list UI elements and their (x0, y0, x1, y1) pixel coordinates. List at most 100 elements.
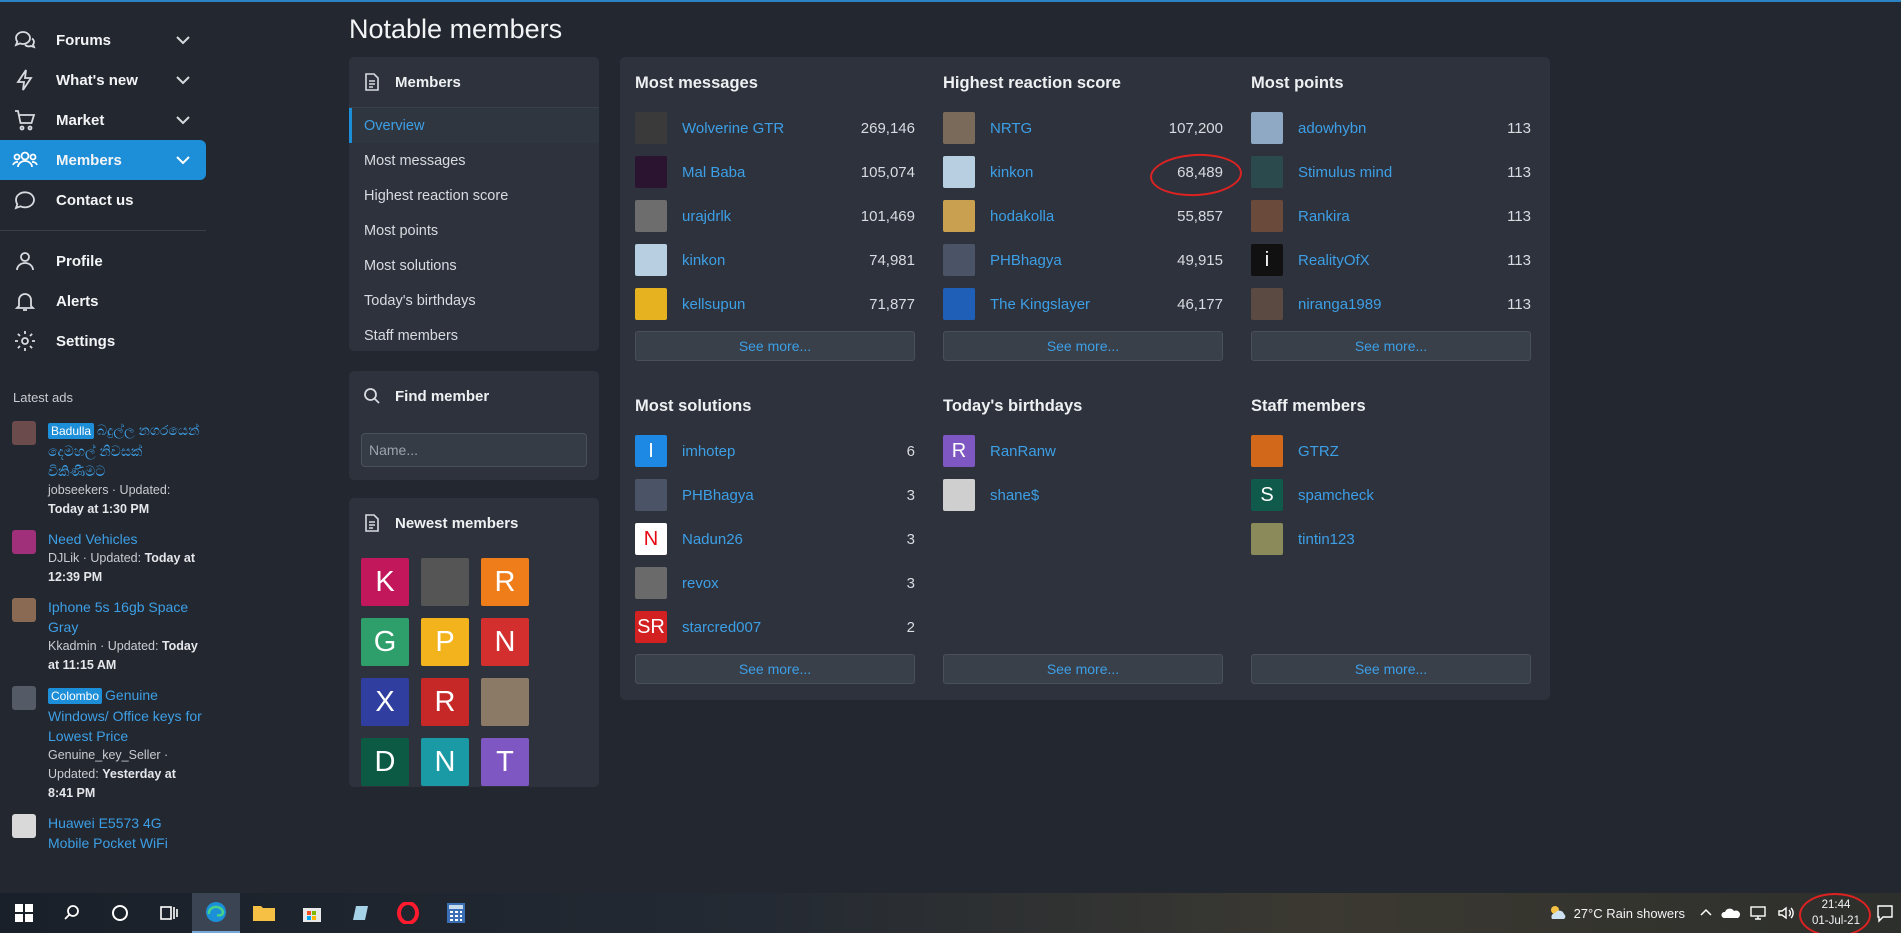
weather-icon[interactable] (1546, 902, 1570, 924)
avatar[interactable] (1251, 523, 1283, 555)
avatar[interactable]: N (635, 523, 667, 555)
nav-alerts[interactable]: Alerts (0, 281, 206, 321)
member-name-link[interactable]: kellsupun (682, 296, 745, 313)
nav-settings[interactable]: Settings (0, 321, 206, 361)
nav-profile[interactable]: Profile (0, 241, 206, 281)
member-name-link[interactable]: GTRZ (1298, 443, 1339, 460)
see-more-button[interactable]: See more... (1251, 331, 1531, 361)
avatar[interactable] (635, 112, 667, 144)
ad-location-tag[interactable]: Colombo (48, 688, 103, 704)
notepad-app-button[interactable] (336, 893, 384, 933)
avatar[interactable]: I (635, 435, 667, 467)
avatar[interactable] (943, 200, 975, 232)
avatar[interactable] (635, 567, 667, 599)
member-name-link[interactable]: Stimulus mind (1298, 164, 1392, 181)
stat-block-title[interactable]: Highest reaction score (943, 74, 1223, 94)
member-name-link[interactable]: NRTG (990, 120, 1032, 137)
ad-location-tag[interactable]: Badulla (48, 423, 95, 439)
stat-block-title[interactable]: Most solutions (635, 397, 915, 417)
avatar[interactable] (635, 244, 667, 276)
member-name-link[interactable]: RealityOfX (1298, 252, 1370, 269)
see-more-button[interactable]: See more... (635, 331, 915, 361)
avatar[interactable] (635, 288, 667, 320)
avatar[interactable]: R (943, 435, 975, 467)
find-member-input[interactable]: Name... (361, 433, 587, 467)
newest-member-avatar[interactable]: D (361, 738, 409, 786)
newest-member-avatar[interactable]: G (361, 618, 409, 666)
chevron-down-icon[interactable] (174, 151, 192, 169)
avatar[interactable]: S (1251, 479, 1283, 511)
newest-member-avatar[interactable]: T (481, 738, 529, 786)
chevron-down-icon[interactable] (174, 31, 192, 49)
file-explorer-button[interactable] (240, 893, 288, 933)
avatar[interactable] (1251, 200, 1283, 232)
store-button[interactable] (288, 893, 336, 933)
member-name-link[interactable]: PHBhagya (990, 252, 1062, 269)
member-name-link[interactable]: kinkon (682, 252, 725, 269)
nav-whats-new[interactable]: What's new (0, 60, 206, 100)
member-name-link[interactable]: Mal Baba (682, 164, 745, 181)
newest-member-avatar[interactable] (481, 678, 529, 726)
nav-forums[interactable]: Forums (0, 20, 206, 60)
newest-member-avatar[interactable] (421, 558, 469, 606)
avatar[interactable] (943, 244, 975, 276)
menu-item-overview[interactable]: Overview (349, 108, 599, 143)
ad-title[interactable]: Iphone 5s 16gb Space Gray (48, 599, 188, 635)
newest-member-avatar[interactable]: P (421, 618, 469, 666)
member-name-link[interactable]: The Kingslayer (990, 296, 1090, 313)
nav-members[interactable]: Members (0, 140, 206, 180)
ad-item[interactable]: Need Vehicles DJLik · Updated: Today at … (12, 529, 202, 587)
avatar[interactable] (1251, 112, 1283, 144)
member-name-link[interactable]: niranga1989 (1298, 296, 1381, 313)
newest-member-avatar[interactable]: R (481, 558, 529, 606)
member-name-link[interactable]: starcred007 (682, 619, 761, 636)
avatar[interactable]: i (1251, 244, 1283, 276)
task-view-button[interactable] (144, 893, 192, 933)
avatar[interactable] (943, 112, 975, 144)
member-name-link[interactable]: revox (682, 575, 719, 592)
newest-member-avatar[interactable]: X (361, 678, 409, 726)
stat-block-title[interactable]: Most messages (635, 74, 915, 94)
avatar[interactable] (943, 288, 975, 320)
member-name-link[interactable]: PHBhagya (682, 487, 754, 504)
onedrive-icon[interactable] (1721, 906, 1741, 920)
ad-item[interactable]: Iphone 5s 16gb Space Gray Kkadmin · Upda… (12, 597, 202, 675)
notification-icon[interactable] (1875, 903, 1895, 923)
member-name-link[interactable]: RanRanw (990, 443, 1056, 460)
avatar[interactable] (1251, 435, 1283, 467)
ad-title[interactable]: Need Vehicles (48, 531, 138, 547)
see-more-button[interactable]: See more... (1251, 654, 1531, 684)
ad-item[interactable]: Badulla බදුල්ල නගරයෙන් දෙමහල් නිවසක් විකි… (12, 420, 202, 519)
avatar[interactable] (635, 479, 667, 511)
member-name-link[interactable]: Nadun26 (682, 531, 743, 548)
see-more-button[interactable]: See more... (635, 654, 915, 684)
avatar[interactable]: SR (635, 611, 667, 643)
search-button[interactable] (48, 893, 96, 933)
avatar[interactable] (1251, 288, 1283, 320)
opera-app-button[interactable] (384, 893, 432, 933)
member-name-link[interactable]: tintin123 (1298, 531, 1355, 548)
ad-item[interactable]: Huawei E5573 4G Mobile Pocket WiFi (12, 813, 202, 853)
avatar[interactable] (635, 156, 667, 188)
see-more-button[interactable]: See more... (943, 331, 1223, 361)
volume-icon[interactable] (1777, 905, 1795, 921)
avatar[interactable] (943, 156, 975, 188)
nav-contact-us[interactable]: Contact us (0, 180, 206, 220)
edge-app-button[interactable] (192, 893, 240, 933)
member-name-link[interactable]: imhotep (682, 443, 735, 460)
chevron-down-icon[interactable] (174, 71, 192, 89)
clock[interactable]: 21:44 01-Jul-21 (1799, 893, 1871, 933)
menu-item-staff-members[interactable]: Staff members (349, 318, 599, 353)
member-name-link[interactable]: adowhybn (1298, 120, 1366, 137)
network-icon[interactable] (1749, 905, 1769, 921)
menu-item-most-points[interactable]: Most points (349, 213, 599, 248)
newest-member-avatar[interactable]: R (421, 678, 469, 726)
menu-item-most-messages[interactable]: Most messages (349, 143, 599, 178)
ad-item[interactable]: Colombo Genuine Windows/ Office keys for … (12, 685, 202, 803)
weather-text[interactable]: 27°C Rain showers (1574, 906, 1685, 921)
avatar[interactable] (1251, 156, 1283, 188)
menu-item-todays-birthdays[interactable]: Today's birthdays (349, 283, 599, 318)
avatar[interactable] (943, 479, 975, 511)
chevron-down-icon[interactable] (174, 111, 192, 129)
nav-market[interactable]: Market (0, 100, 206, 140)
